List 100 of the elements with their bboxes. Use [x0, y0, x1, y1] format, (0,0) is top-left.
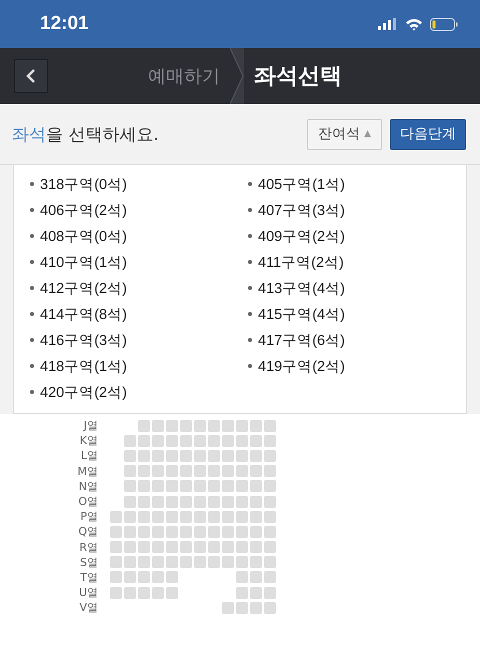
seat[interactable]	[264, 602, 276, 614]
seat[interactable]	[264, 586, 276, 599]
seat[interactable]	[264, 450, 276, 462]
seat[interactable]	[264, 526, 276, 538]
seat[interactable]	[250, 450, 262, 462]
seat[interactable]	[152, 541, 164, 554]
seat[interactable]	[222, 510, 234, 523]
seat[interactable]	[166, 510, 178, 523]
section-item[interactable]: 412구역(2석)	[40, 278, 127, 298]
section-item[interactable]: 410구역(1석)	[40, 252, 127, 272]
seat[interactable]	[236, 526, 248, 538]
section-item[interactable]: 409구역(2석)	[258, 226, 345, 246]
seat[interactable]	[250, 496, 262, 508]
seat[interactable]	[166, 465, 178, 478]
seat[interactable]	[166, 450, 178, 462]
seat[interactable]	[250, 556, 262, 568]
seat[interactable]	[236, 420, 248, 432]
seat[interactable]	[264, 510, 276, 523]
seat[interactable]	[166, 571, 178, 584]
seat[interactable]	[250, 480, 262, 492]
section-item[interactable]: 418구역(1석)	[40, 356, 127, 376]
seat[interactable]	[222, 541, 234, 554]
seat[interactable]	[236, 510, 248, 523]
seat[interactable]	[222, 465, 234, 478]
seat[interactable]	[138, 420, 150, 432]
seat[interactable]	[250, 510, 262, 523]
seat[interactable]	[264, 434, 276, 447]
seat[interactable]	[250, 434, 262, 447]
seat[interactable]	[208, 541, 220, 554]
seat[interactable]	[166, 420, 178, 432]
seat[interactable]	[124, 526, 136, 538]
seat[interactable]	[194, 480, 206, 492]
seat[interactable]	[194, 450, 206, 462]
seat[interactable]	[166, 496, 178, 508]
seat[interactable]	[222, 602, 234, 614]
seat[interactable]	[166, 556, 178, 568]
seat[interactable]	[152, 510, 164, 523]
seat[interactable]	[152, 526, 164, 538]
seat[interactable]	[138, 510, 150, 523]
seat[interactable]	[236, 556, 248, 568]
seat[interactable]	[194, 541, 206, 554]
seat[interactable]	[166, 526, 178, 538]
seat[interactable]	[208, 556, 220, 568]
seat[interactable]	[152, 556, 164, 568]
seat[interactable]	[222, 420, 234, 432]
seat[interactable]	[166, 586, 178, 599]
seat[interactable]	[124, 556, 136, 568]
seat[interactable]	[110, 541, 122, 554]
seat[interactable]	[236, 586, 248, 599]
breadcrumb-step[interactable]: 좌석선택	[244, 61, 352, 91]
seat[interactable]	[166, 480, 178, 492]
seat[interactable]	[194, 496, 206, 508]
sort-button[interactable]: 잔여석 ▲	[307, 118, 382, 150]
seat[interactable]	[166, 434, 178, 447]
seat[interactable]	[180, 450, 192, 462]
seat[interactable]	[222, 434, 234, 447]
seat[interactable]	[208, 526, 220, 538]
seat[interactable]	[236, 480, 248, 492]
seat[interactable]	[180, 496, 192, 508]
section-item[interactable]: 413구역(4석)	[258, 278, 345, 298]
seat[interactable]	[124, 465, 136, 478]
seat[interactable]	[194, 556, 206, 568]
seat[interactable]	[124, 480, 136, 492]
seat[interactable]	[138, 526, 150, 538]
seat[interactable]	[138, 450, 150, 462]
seat[interactable]	[152, 420, 164, 432]
seat[interactable]	[152, 480, 164, 492]
section-item[interactable]: 406구역(2석)	[40, 200, 127, 220]
seat[interactable]	[124, 450, 136, 462]
seat[interactable]	[180, 510, 192, 523]
section-item[interactable]: 419구역(2석)	[258, 356, 345, 376]
seat[interactable]	[110, 571, 122, 584]
seat[interactable]	[152, 434, 164, 447]
next-step-button[interactable]: 다음단계	[390, 118, 466, 150]
seat[interactable]	[222, 450, 234, 462]
section-item[interactable]: 416구역(3석)	[40, 330, 127, 350]
seat[interactable]	[194, 434, 206, 447]
seat[interactable]	[264, 465, 276, 478]
section-item[interactable]: 318구역(0석)	[40, 174, 127, 194]
seat[interactable]	[194, 510, 206, 523]
section-item[interactable]: 407구역(3석)	[258, 200, 345, 220]
seat[interactable]	[138, 434, 150, 447]
seat[interactable]	[110, 510, 122, 523]
seat[interactable]	[236, 541, 248, 554]
section-item[interactable]: 411구역(2석)	[258, 252, 344, 272]
seat[interactable]	[138, 496, 150, 508]
seat[interactable]	[138, 571, 150, 584]
seat[interactable]	[222, 480, 234, 492]
seat[interactable]	[138, 586, 150, 599]
seat[interactable]	[236, 434, 248, 447]
seat[interactable]	[208, 434, 220, 447]
seat[interactable]	[152, 465, 164, 478]
seat[interactable]	[222, 556, 234, 568]
breadcrumb-step[interactable]: 예매하기	[138, 64, 230, 88]
seat[interactable]	[208, 450, 220, 462]
seat[interactable]	[208, 496, 220, 508]
seat[interactable]	[264, 556, 276, 568]
seat[interactable]	[264, 420, 276, 432]
seat[interactable]	[138, 465, 150, 478]
seat[interactable]	[180, 465, 192, 478]
